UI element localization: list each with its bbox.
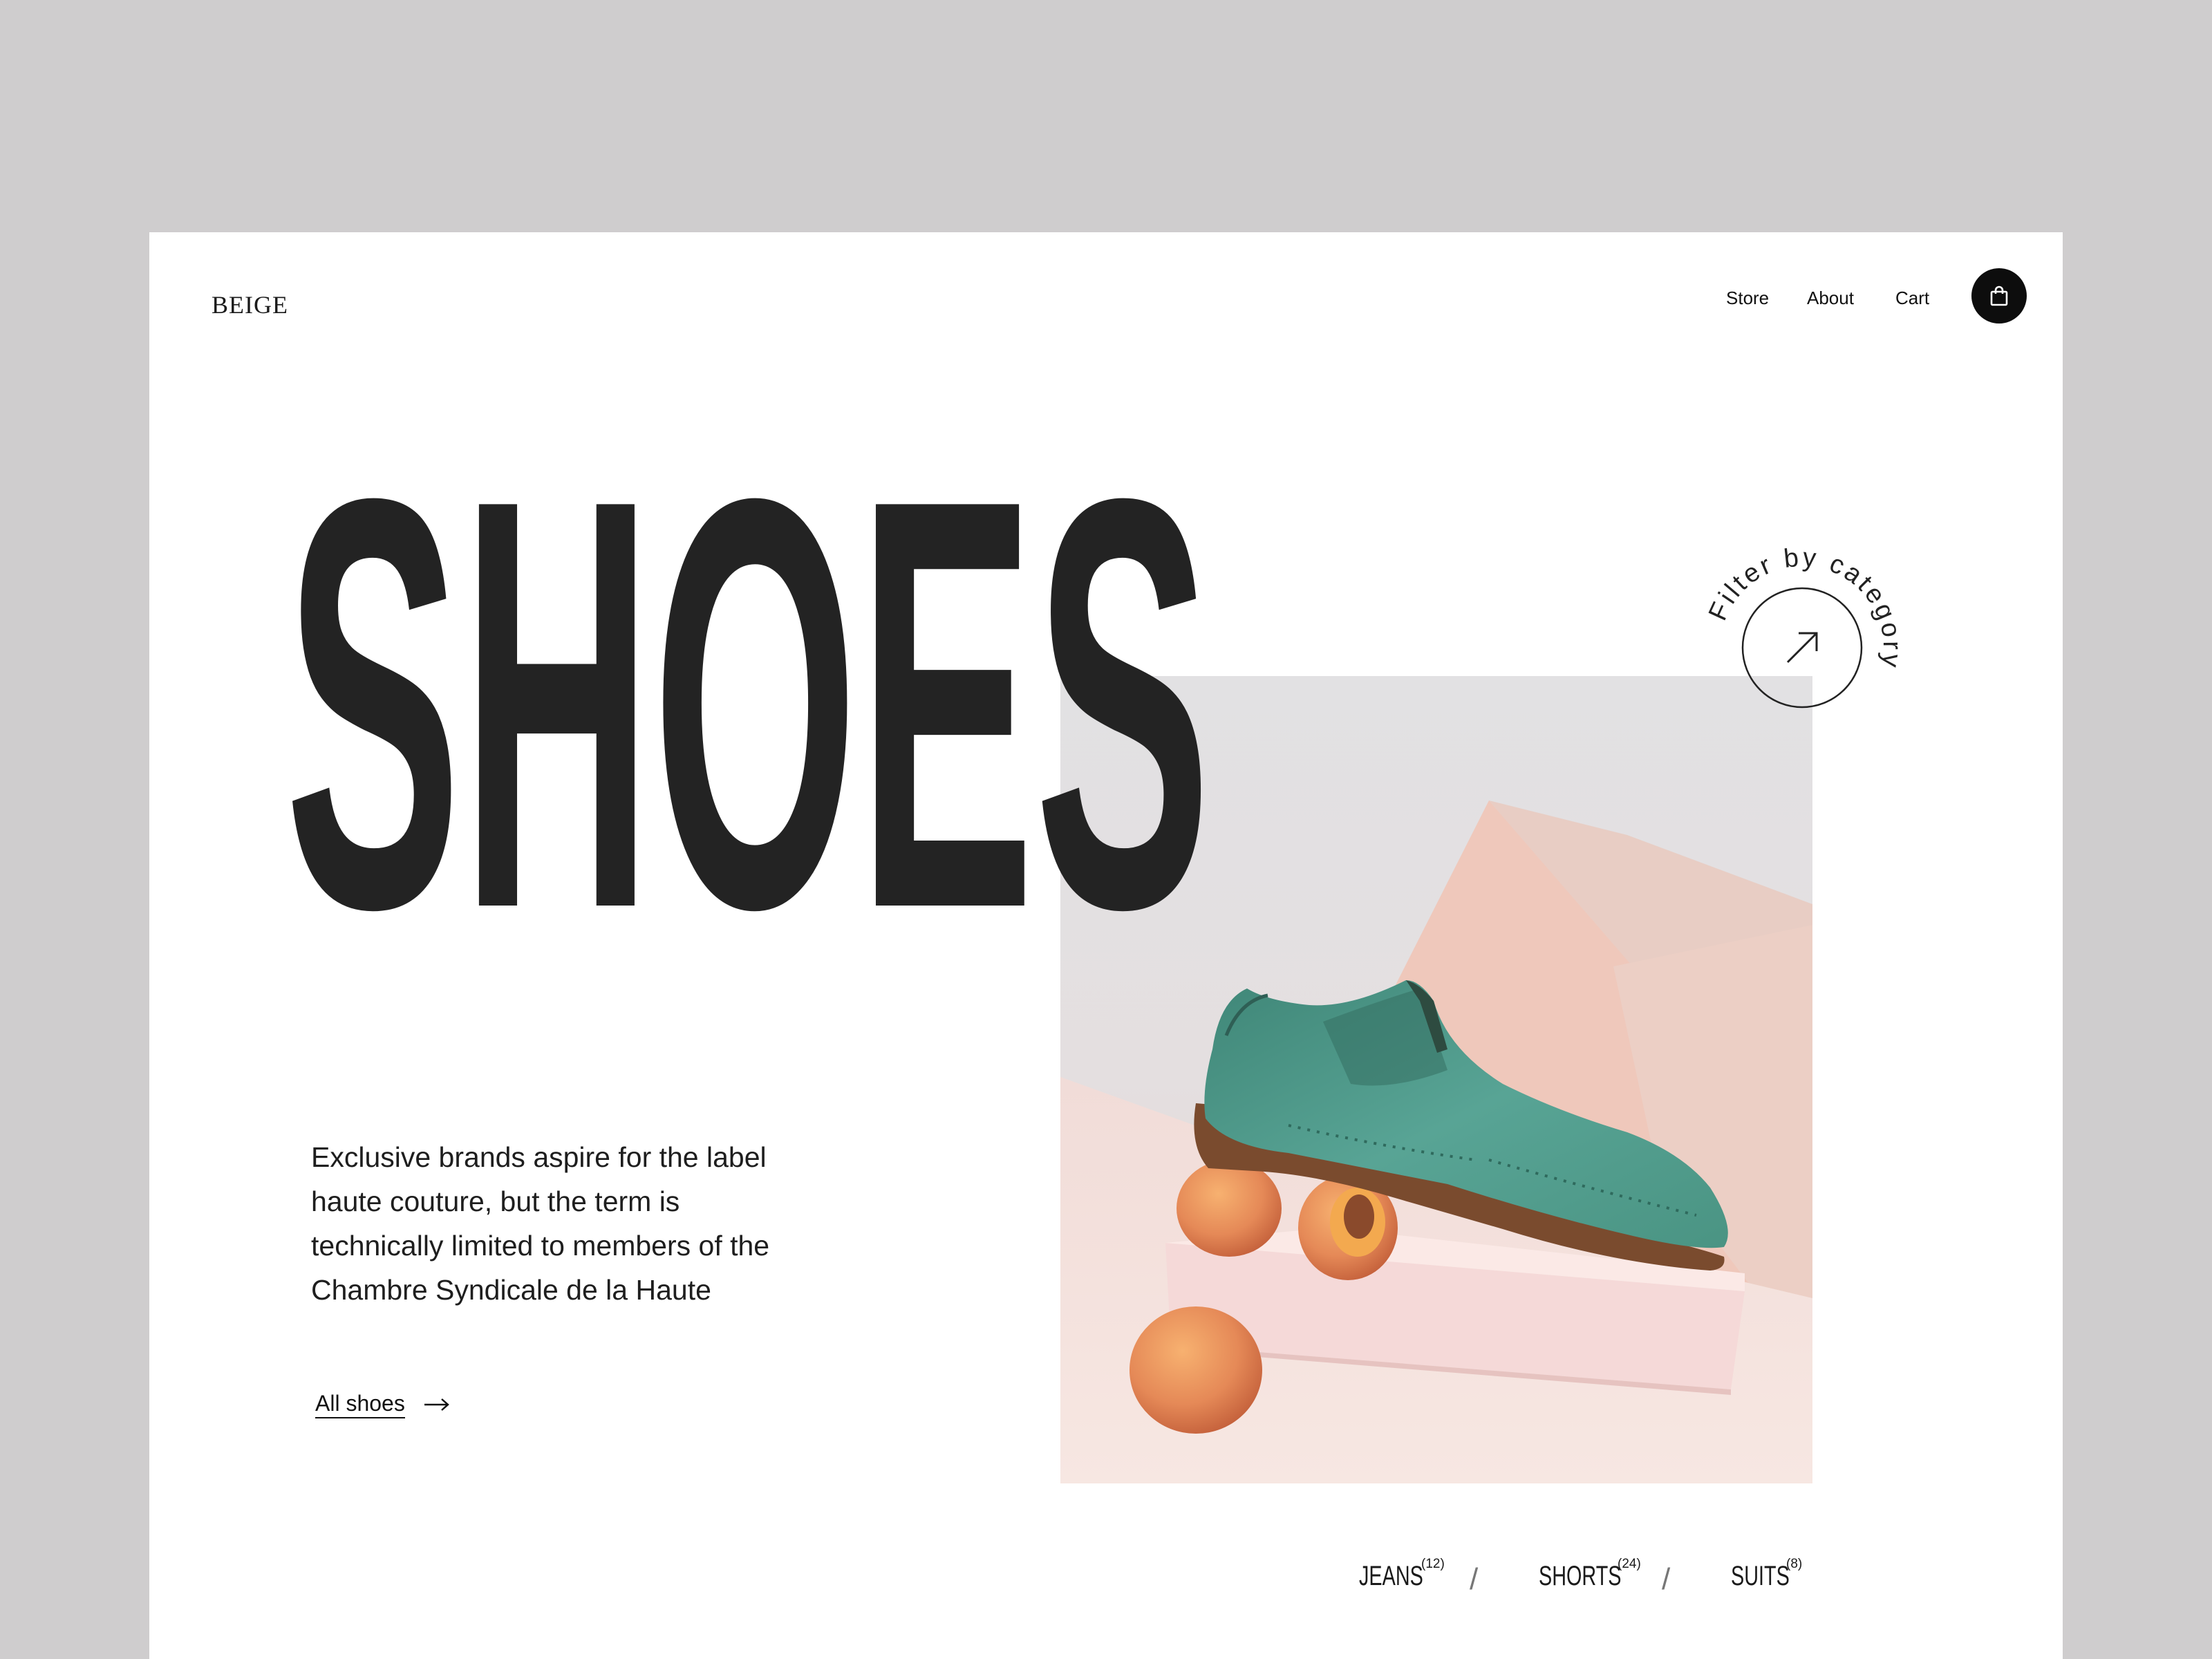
hero-title: SHOES bbox=[285, 447, 1211, 930]
hero-title-text: SHOES bbox=[285, 447, 1211, 930]
category-count: (12) bbox=[1421, 1557, 1445, 1571]
category-name: SHORTS bbox=[1539, 1561, 1622, 1591]
category-suits[interactable]: SUITS (8) bbox=[1731, 1557, 1812, 1602]
category-jeans[interactable]: JEANS (12) bbox=[1359, 1557, 1448, 1602]
page-card: BEIGE Store About Cart SHOES Filter by c… bbox=[149, 232, 2063, 1659]
hero-description: Exclusive brands aspire for the label ha… bbox=[311, 1135, 836, 1312]
shopping-bag-icon bbox=[1990, 285, 2008, 306]
hero-description-line: Exclusive brands aspire for the label bbox=[311, 1141, 767, 1173]
nav-about-link[interactable]: About bbox=[1807, 288, 1854, 309]
hero-description-line: haute couture, but the term is bbox=[311, 1185, 680, 1217]
all-shoes-link[interactable]: All shoes bbox=[315, 1391, 451, 1418]
brand-logo[interactable]: BEIGE bbox=[212, 290, 288, 319]
nav-store-link[interactable]: Store bbox=[1726, 288, 1769, 309]
nav-cart-link[interactable]: Cart bbox=[1895, 288, 1929, 309]
hero-description-line: technically limited to members of the bbox=[311, 1230, 770, 1262]
filter-label: Filter by category bbox=[1703, 547, 1902, 672]
all-shoes-label: All shoes bbox=[315, 1391, 405, 1418]
arrow-right-icon bbox=[424, 1398, 449, 1411]
svg-text:Filter by category: Filter by category bbox=[1703, 547, 1902, 672]
category-separator: / bbox=[1662, 1562, 1671, 1596]
category-separator: / bbox=[1470, 1562, 1479, 1596]
category-shorts[interactable]: SHORTS (24) bbox=[1539, 1557, 1653, 1602]
cart-button[interactable] bbox=[1971, 268, 2027, 324]
filter-by-category-button[interactable]: Filter by category bbox=[1702, 547, 1902, 748]
hero-description-line: Chambre Syndicale de la Haute bbox=[311, 1274, 711, 1306]
category-count: (8) bbox=[1786, 1557, 1803, 1571]
category-name: JEANS bbox=[1359, 1561, 1423, 1591]
arrow-up-right-icon bbox=[1786, 632, 1818, 664]
category-name: SUITS bbox=[1731, 1561, 1790, 1591]
category-count: (24) bbox=[1618, 1557, 1641, 1571]
